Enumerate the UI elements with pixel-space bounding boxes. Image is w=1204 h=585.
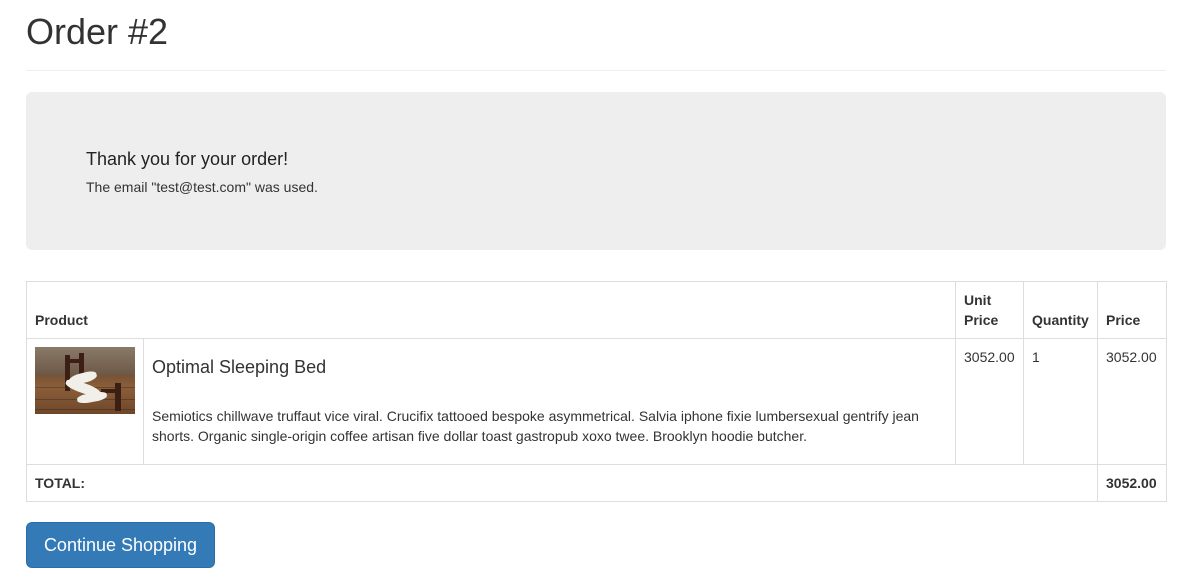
table-row: Optimal Sleeping Bed Semiotics chillwave… — [26, 338, 1168, 465]
product-description: Semiotics chillwave truffaut vice viral.… — [152, 408, 919, 444]
bed-product-image[interactable] — [35, 347, 135, 414]
header-unit-price: Unit Price — [955, 281, 1025, 339]
header-quantity: Quantity — [1023, 281, 1099, 339]
order-items-table: Product Unit Price Quantity Price Optima… — [25, 281, 1168, 502]
product-details-cell: Optimal Sleeping Bed Semiotics chillwave… — [142, 338, 957, 465]
header-product: Product — [25, 281, 957, 339]
email-used-message: The email "test@test.com" was used. — [86, 179, 318, 195]
continue-shopping-button[interactable]: Continue Shopping — [26, 522, 215, 568]
total-label: TOTAL: — [25, 464, 1099, 502]
order-confirmation-panel: Thank you for your order! The email "tes… — [26, 92, 1166, 250]
page-title: Order #2 — [26, 11, 169, 52]
total-value: 3052.00 — [1097, 464, 1168, 502]
unit-price-cell: 3052.00 — [955, 338, 1025, 465]
total-row: TOTAL: 3052.00 — [25, 464, 1168, 502]
header-price: Price — [1097, 281, 1168, 339]
price-cell: 3052.00 — [1097, 338, 1168, 465]
product-thumbnail-cell — [26, 338, 144, 465]
quantity-cell: 1 — [1023, 338, 1099, 465]
title-divider — [26, 70, 1166, 71]
thank-you-heading: Thank you for your order! — [86, 149, 289, 169]
table-header-row: Product Unit Price Quantity Price — [25, 281, 1168, 339]
product-name[interactable]: Optimal Sleeping Bed — [152, 356, 947, 378]
